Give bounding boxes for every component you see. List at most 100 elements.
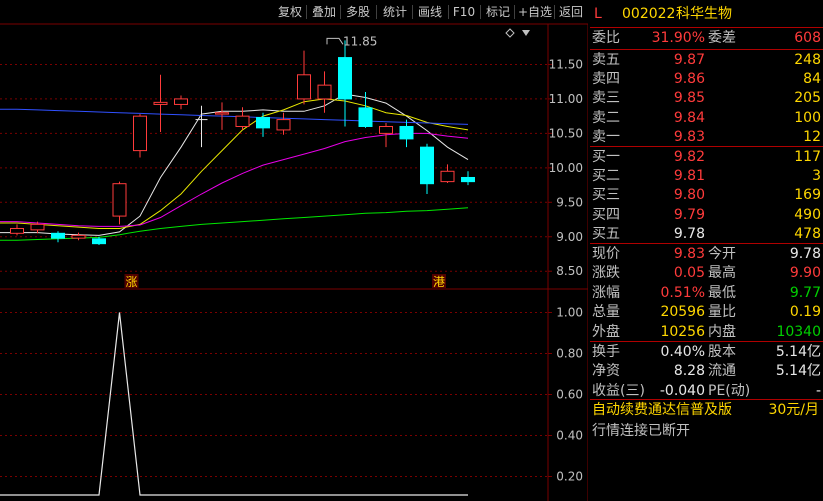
candle[interactable] [153, 74, 168, 132]
candle[interactable] [195, 105, 208, 148]
order-volume: 100 [794, 109, 821, 126]
quote-label: 最低 [708, 284, 736, 301]
candle[interactable] [112, 181, 127, 225]
quote-value: 0.51% [660, 284, 705, 301]
candle[interactable] [133, 114, 147, 158]
candle[interactable] [461, 171, 475, 186]
buy-order-row: 买二 9.81 3 [590, 166, 823, 186]
candle[interactable] [71, 232, 86, 241]
chart-area[interactable]: 11.50 11.00 10.50 10.00 9.50 9.00 8.50 1.00 0.80… [0, 0, 588, 501]
event-marker: 涨 [125, 274, 137, 289]
candle-body [461, 176, 475, 183]
candle-body [235, 115, 250, 127]
finance-value: -0.040 [659, 382, 705, 399]
order-diff-label: 委差 [708, 30, 736, 46]
quote-value: 9.78 [789, 246, 821, 262]
candle-body [338, 57, 352, 100]
candle[interactable] [10, 224, 24, 236]
order-price: 9.85 [673, 90, 705, 107]
order-volume: 12 [803, 128, 821, 145]
quote-row: 涨幅 0.51% 最低 9.77 [590, 283, 823, 303]
candle-body [358, 107, 373, 127]
quote-row: 现价 9.83 今开 9.78 [590, 244, 823, 264]
candle-body [30, 223, 45, 231]
order-price: 9.78 [673, 225, 705, 242]
order-diff-value: 608 [794, 30, 821, 46]
order-volume: 490 [794, 206, 821, 223]
candle[interactable] [51, 231, 65, 243]
finance-value: 5.14亿 [775, 363, 821, 380]
candle[interactable] [399, 119, 414, 148]
candle[interactable] [420, 143, 434, 195]
candle[interactable] [256, 112, 270, 137]
candle[interactable] [338, 40, 352, 127]
order-price: 9.81 [673, 168, 705, 185]
order-volume: 478 [794, 225, 821, 242]
order-label: 卖五 [592, 52, 620, 68]
stock-flag: L [594, 6, 602, 22]
order-price: 9.87 [673, 52, 705, 68]
candle[interactable] [440, 164, 455, 183]
promo-text: 自动续费通达信普及版 [592, 402, 732, 418]
ma-line-3 [0, 207, 469, 241]
indicator-line [0, 312, 468, 496]
y-tick-label: 10.50 [549, 126, 583, 140]
order-label: 卖一 [592, 128, 620, 145]
order-label: 卖三 [592, 90, 620, 107]
quote-value: 20596 [660, 304, 705, 321]
candle-body [51, 232, 65, 239]
sell-order-row: 卖二 9.84 100 [590, 108, 823, 128]
order-price: 9.79 [673, 206, 705, 223]
quote-row: 外盘 10256 内盘 10340 [590, 322, 823, 342]
ma-line-0 [0, 93, 469, 236]
triangle-down-icon[interactable] [522, 30, 530, 36]
order-ratio-value: 31.90% [651, 30, 705, 46]
quote-value: 0.19 [789, 304, 821, 321]
candle[interactable] [317, 71, 332, 113]
status-row: 行情连接已断开 [590, 421, 823, 441]
y-tick-label: 8.50 [556, 264, 583, 278]
order-label: 买四 [592, 206, 620, 223]
candle-body [215, 112, 229, 115]
quote-row: 总量 20596 量比 0.19 [590, 302, 823, 322]
diamond-icon[interactable] [505, 28, 515, 38]
promo-banner[interactable]: 自动续费通达信普及版 30元/月 [590, 400, 823, 420]
sell-order-row: 卖三 9.85 205 [590, 88, 823, 108]
quote-value: 10340 [776, 323, 821, 340]
candle-body [10, 227, 24, 234]
candle[interactable] [297, 50, 311, 105]
quote-label: 今开 [708, 246, 736, 262]
candle[interactable] [358, 92, 373, 128]
candle-body [297, 74, 311, 100]
order-volume: 248 [794, 52, 821, 68]
high-annotation: 11.85 [343, 34, 377, 48]
quote-label: 现价 [592, 246, 620, 262]
quote-value: 9.90 [789, 265, 821, 282]
candle-body [133, 115, 147, 152]
order-price: 9.86 [673, 71, 705, 88]
order-label: 买五 [592, 225, 620, 242]
finance-label: 流通 [708, 363, 736, 380]
promo-price: 30元/月 [768, 402, 819, 418]
quote-label: 最高 [708, 265, 736, 282]
candle-body [112, 183, 127, 217]
candle[interactable] [174, 95, 188, 110]
ma-line-2 [0, 132, 469, 227]
stock-name: 科华生物 [676, 6, 732, 22]
y-tick-label: 0.60 [556, 388, 583, 402]
quote-value: 0.05 [673, 265, 705, 282]
high-annotation-pointer [326, 37, 344, 45]
order-price: 9.84 [673, 109, 705, 126]
buy-order-row: 买四 9.79 490 [590, 205, 823, 225]
quote-label: 内盘 [708, 323, 736, 340]
quote-row: 涨跌 0.05 最高 9.90 [590, 263, 823, 283]
order-ratio-label: 委比 [592, 30, 620, 46]
candle[interactable] [276, 112, 291, 135]
order-volume: 205 [794, 90, 821, 107]
quote-label: 外盘 [592, 323, 620, 340]
candle-body [276, 119, 291, 131]
order-volume: 3 [812, 168, 821, 185]
y-tick-label: 0.80 [556, 347, 583, 361]
quote-panel: L 002022 科华生物 委比 31.90% 委差 608 卖五 9.87 248… [590, 0, 823, 501]
finance-label: 换手 [592, 344, 620, 360]
